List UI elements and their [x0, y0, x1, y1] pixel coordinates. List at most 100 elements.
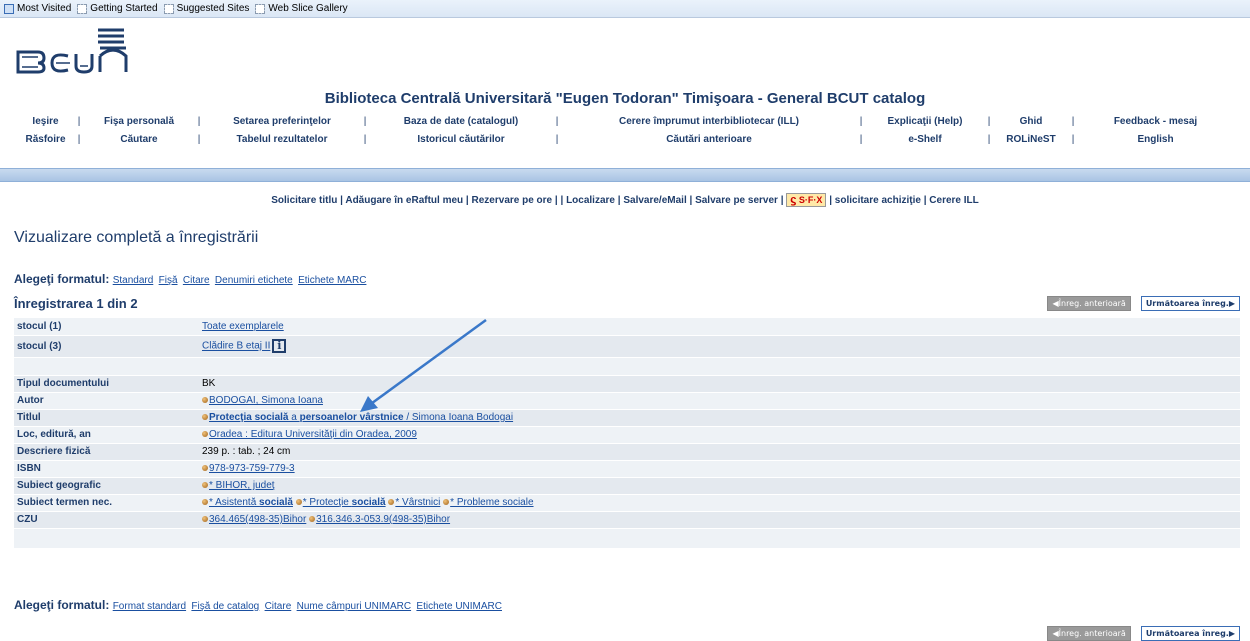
nav-rolinest[interactable]: ROLiNeST [991, 134, 1071, 145]
action-cerere-ill[interactable]: Cerere ILL [929, 195, 978, 206]
record-actions-bar: Solicitare titlu | Adăugare în eRaftul m… [271, 193, 979, 207]
action-salvare-server[interactable]: Salvare pe server [695, 195, 778, 206]
nav-cautare[interactable]: Căutare [81, 134, 197, 145]
subject-link-varstnici[interactable]: * Vârstnici [395, 497, 440, 508]
field-label: Subiect termen nec. [14, 494, 199, 512]
field-value-empty [199, 357, 1240, 376]
nav-cerere-ill[interactable]: Cerere împrumut interbibliotecar (ILL) [559, 116, 859, 127]
record-counter: Înregistrarea 1 din 2 [14, 296, 138, 311]
bookmark-most-visited[interactable]: Most Visited [4, 3, 71, 14]
record-nav-bottom: ◀Înreg. anterioară Următoarea înreg.▶ [1047, 626, 1240, 641]
toate-exemplarele-link[interactable]: Toate exemplarele [202, 321, 284, 332]
right-arrow-icon: ▶ [1228, 629, 1235, 638]
format-etichete-unimarc-link[interactable]: Etichete UNIMARC [416, 601, 502, 612]
title-link[interactable]: Protecţia socială a persoanelor vârstnic… [209, 412, 513, 423]
format-denumiri-etichete-link[interactable]: Denumiri etichete [215, 275, 293, 286]
nav-feedback[interactable]: Feedback - mesaj [1075, 116, 1236, 127]
bookmark-getting-started[interactable]: Getting Started [77, 3, 158, 14]
bullet-icon [295, 499, 302, 506]
site-title: Biblioteca Centrală Universitară "Eugen … [324, 90, 926, 107]
nav-ghid[interactable]: Ghid [991, 116, 1071, 127]
nav-fisa-personala[interactable]: Fişa personală [81, 116, 197, 127]
nav-iesire[interactable]: Ieşire [14, 116, 77, 127]
field-label: Autor [14, 392, 199, 410]
bullet-icon [443, 499, 450, 506]
page-title: Vizualizare completă a înregistrării [14, 229, 259, 246]
author-link[interactable]: BODOGAI, Simona Ioana [209, 395, 323, 406]
format-selector-bottom: Alegeţi formatul: Format standard Fişă d… [14, 598, 504, 612]
bookmark-label: Suggested Sites [176, 3, 250, 14]
field-label: ISBN [14, 460, 199, 478]
bookmark-suggested-sites[interactable]: Suggested Sites [163, 3, 250, 14]
field-value: BODOGAI, Simona Ioana [199, 392, 1240, 410]
table-row: Loc, editură, an Oradea : Editura Univer… [14, 426, 1240, 444]
subject-link-probleme-sociale[interactable]: * Probleme sociale [450, 497, 533, 508]
czu-link-2[interactable]: 316.346.3-053.9(498-35)Bihor [316, 514, 450, 525]
action-solicitare-achizitie[interactable]: solicitare achiziţie [835, 195, 921, 206]
czu-link-1[interactable]: 364.465(498-35)Bihor [209, 514, 306, 525]
format-etichete-marc-link[interactable]: Etichete MARC [298, 275, 366, 286]
nav-english[interactable]: English [1075, 134, 1236, 145]
field-value: Oradea : Editura Universităţii din Orade… [199, 426, 1240, 444]
format-fisa-link[interactable]: Fişă [159, 275, 178, 286]
bookmark-label: Most Visited [17, 3, 72, 14]
field-label: Titlul [14, 409, 199, 427]
format-selector-top: Alegeţi formatul: Standard Fişă Citare D… [14, 272, 368, 286]
action-adaugare-eraft[interactable]: Adăugare în eRaftul meu [345, 195, 463, 206]
field-value: Protecţia socială a persoanelor vârstnic… [199, 409, 1240, 427]
nav-rasfoire[interactable]: Răsfoire [14, 134, 77, 145]
action-rezervare-pe-ore[interactable]: Rezervare pe ore [472, 195, 553, 206]
format-citare-link[interactable]: Citare [183, 275, 210, 286]
bullet-icon [202, 499, 208, 506]
isbn-link[interactable]: 978-973-759-779-3 [209, 463, 295, 474]
subject-link-protectie[interactable]: * Protecţie socială [303, 497, 386, 508]
publisher-link[interactable]: Oradea : Editura Universităţii din Orade… [209, 429, 417, 440]
record-nav-top: ◀Înreg. anterioară Următoarea înreg.▶ [1047, 296, 1240, 311]
record-table: stocul (1) Toate exemplarele stocul (3) … [14, 318, 1240, 549]
action-salvare-email[interactable]: Salvare/eMail [623, 195, 686, 206]
next-record-button[interactable]: Următoarea înreg.▶ [1140, 626, 1240, 641]
next-record-button[interactable]: Următoarea înreg.▶ [1140, 296, 1240, 311]
table-row: CZU 364.465(498-35)Bihor 316.346.3-053.9… [14, 511, 1240, 529]
info-icon[interactable]: i [272, 339, 287, 353]
nav-istoricul-cautarilor[interactable]: Istoricul căutărilor [367, 134, 555, 145]
format-standard-link[interactable]: Format standard [113, 601, 186, 612]
nav-cautari-anterioare[interactable]: Căutări anterioare [559, 134, 859, 145]
nav-tabelul-rezultatelor[interactable]: Tabelul rezultatelor [201, 134, 363, 145]
field-label: Loc, editură, an [14, 426, 199, 444]
geo-subject-link[interactable]: * BIHOR, judeţ [209, 480, 275, 491]
nav-setarea-preferintelor[interactable]: Setarea preferinţelor [201, 116, 363, 127]
table-row [14, 528, 1240, 549]
format-citare-link[interactable]: Citare [265, 601, 292, 612]
top-nav-row-2: Răsfoire | Căutare | Tabelul rezultatelo… [14, 134, 1240, 145]
bookmark-web-slice-gallery[interactable]: Web Slice Gallery [255, 3, 348, 14]
nav-explicatii-help[interactable]: Explicaţii (Help) [863, 116, 987, 127]
prev-record-button[interactable]: ◀Înreg. anterioară [1047, 296, 1131, 311]
right-arrow-icon: ▶ [1228, 299, 1235, 308]
sfx-button[interactable]: ϛ S·F·X [786, 193, 827, 207]
format-standard-link[interactable]: Standard [113, 275, 154, 286]
format-label: Alegeţi formatul: [14, 598, 110, 612]
nav-baza-de-date[interactable]: Baza de date (catalogul) [367, 116, 555, 127]
bookmark-label: Web Slice Gallery [268, 3, 348, 14]
field-label: Descriere fizică [14, 443, 199, 461]
table-row: stocul (1) Toate exemplarele [14, 318, 1240, 336]
subject-link-asistenta[interactable]: * Asistentă socială [209, 497, 293, 508]
action-localizare[interactable]: Localizare [566, 195, 615, 206]
field-label: stocul (3) [14, 335, 199, 358]
location-link[interactable]: Clădire B etaj II [202, 341, 270, 352]
nav-e-shelf[interactable]: e-Shelf [863, 134, 987, 145]
field-label: Tipul documentului [14, 375, 199, 393]
table-row: ISBN 978-973-759-779-3 [14, 460, 1240, 478]
field-value: 978-973-759-779-3 [199, 460, 1240, 478]
prev-record-button[interactable]: ◀Înreg. anterioară [1047, 626, 1131, 641]
format-nume-campuri-unimarc-link[interactable]: Nume câmpuri UNIMARC [297, 601, 411, 612]
bullet-icon [309, 516, 316, 523]
table-row: Descriere fizică 239 p. : tab. ; 24 cm [14, 443, 1240, 461]
bcut-logo[interactable] [16, 26, 128, 74]
bookmark-label: Getting Started [90, 3, 158, 14]
action-solicitare-titlu[interactable]: Solicitare titlu [271, 195, 337, 206]
format-fisa-catalog-link[interactable]: Fişă de catalog [191, 601, 259, 612]
field-value: * BIHOR, judeţ [199, 477, 1240, 495]
top-nav-row-1: Ieşire | Fişa personală | Setarea prefer… [14, 116, 1240, 127]
